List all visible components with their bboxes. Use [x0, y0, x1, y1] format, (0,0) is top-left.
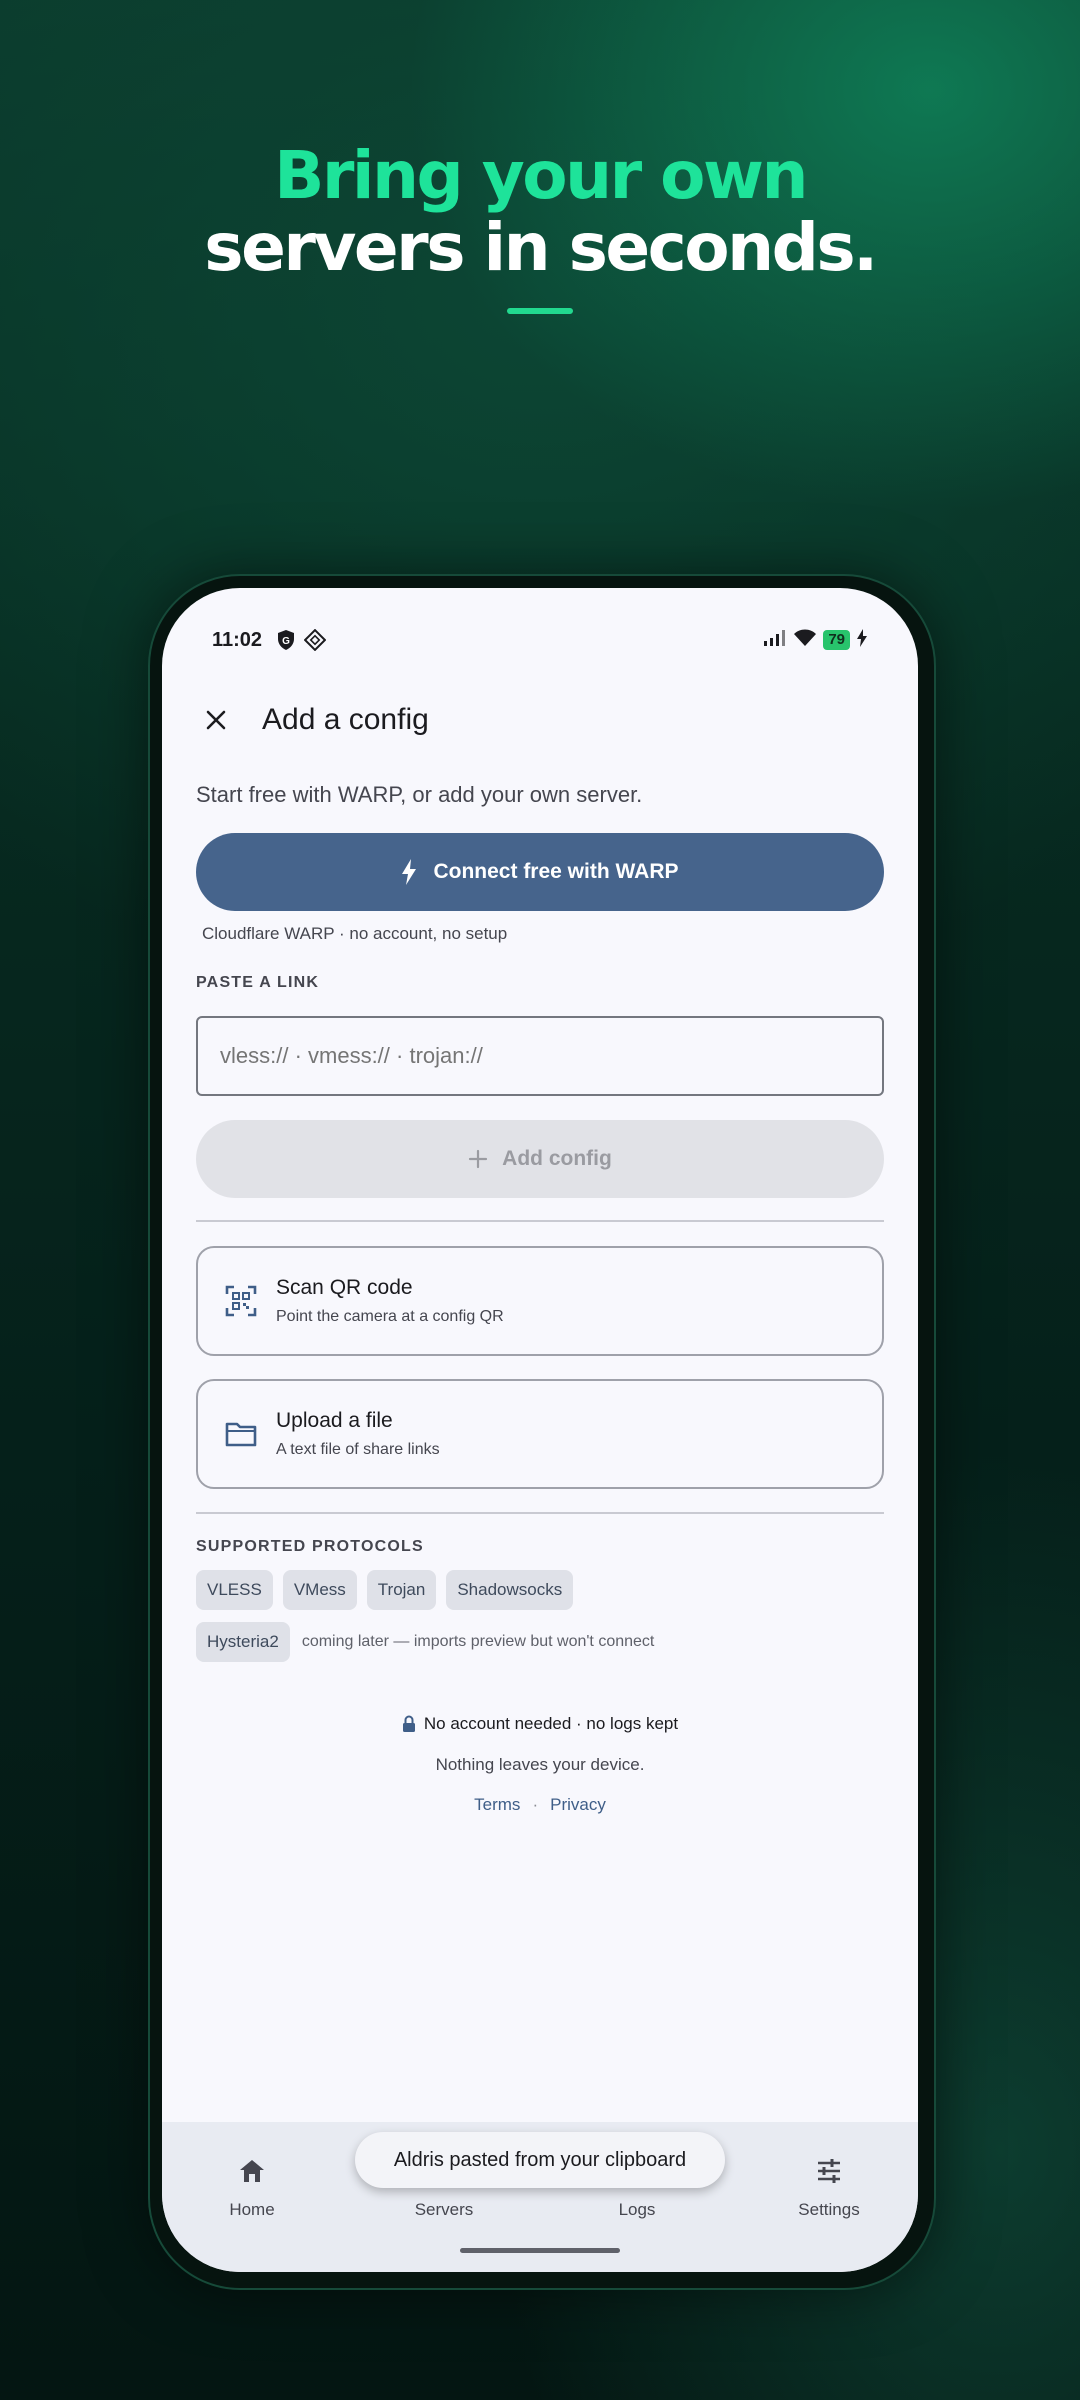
protocol-chip: Trojan	[366, 1570, 437, 1610]
hero-headline: Bring your own servers in seconds.	[0, 140, 1080, 314]
status-time: 11:02	[212, 628, 263, 651]
upload-file-title: Upload a file	[276, 1409, 393, 1432]
protocol-chip: VMess	[282, 1570, 357, 1610]
gesture-home-bar[interactable]	[460, 2248, 620, 2253]
divider	[196, 1220, 884, 1222]
nav-item-home[interactable]: Home	[172, 2154, 332, 2220]
app-notification-icon	[304, 629, 327, 651]
charging-icon	[856, 628, 868, 652]
battery-level: 79	[823, 630, 850, 650]
page-title: Add a config	[262, 703, 429, 736]
status-bar: 11:02 G 79	[212, 620, 868, 660]
connect-warp-button[interactable]: Connect free with WARP	[196, 833, 884, 911]
svg-text:G: G	[282, 636, 290, 647]
nav-label-settings: Settings	[798, 2200, 860, 2219]
clipboard-toast: Aldris pasted from your clipboard	[355, 2132, 725, 2188]
add-config-button[interactable]: Add config	[196, 1120, 884, 1198]
config-link-input[interactable]	[196, 1016, 884, 1096]
scan-qr-card[interactable]: Scan QR code Point the camera at a confi…	[196, 1246, 884, 1356]
upload-file-subtitle: A text file of share links	[276, 1441, 440, 1458]
paste-section-label: PASTE A LINK	[196, 974, 320, 991]
intro-text: Start free with WARP, or add your own se…	[196, 782, 643, 807]
plus-icon	[468, 1149, 488, 1169]
app-screen: 11:02 G 79 Add a config Start free with …	[162, 588, 918, 2272]
protocol-chip-hysteria2: Hysteria2	[196, 1622, 290, 1662]
top-app-bar: Add a config	[188, 688, 429, 752]
nav-item-settings[interactable]: Settings	[749, 2154, 909, 2220]
vpn-shield-icon: G	[276, 629, 296, 651]
protocols-section-label: SUPPORTED PROTOCOLS	[196, 1538, 424, 1555]
hero-line-1: Bring your own	[274, 137, 808, 214]
privacy-line: No account needed · no logs kept	[162, 1714, 918, 1734]
coming-later-note: coming later — imports preview but won't…	[301, 1633, 655, 1650]
privacy-link[interactable]: Privacy	[550, 1795, 606, 1815]
scan-qr-subtitle: Point the camera at a config QR	[276, 1308, 504, 1325]
close-icon	[206, 710, 226, 730]
privacy-line-text: No account needed · no logs kept	[423, 1714, 679, 1733]
protocol-chip: VLESS	[196, 1570, 273, 1610]
scan-qr-title: Scan QR code	[276, 1276, 413, 1299]
legal-links: Terms · Privacy	[162, 1795, 918, 1815]
signal-icon	[763, 629, 787, 652]
connect-warp-label: Connect free with WARP	[433, 860, 679, 883]
qr-scan-icon	[218, 1278, 264, 1324]
divider	[196, 1512, 884, 1514]
wifi-icon	[793, 629, 817, 652]
add-config-label: Add config	[502, 1147, 612, 1170]
coming-later-row: Hysteria2 coming later — imports preview…	[196, 1622, 654, 1662]
lightning-icon	[401, 859, 417, 885]
close-button[interactable]	[188, 692, 244, 748]
hero-line-2: servers in seconds.	[204, 209, 878, 286]
nav-label-servers: Servers	[414, 2200, 474, 2219]
home-icon	[172, 2154, 332, 2188]
warp-caption: Cloudflare WARP · no account, no setup	[202, 924, 508, 943]
upload-file-card[interactable]: Upload a file A text file of share links	[196, 1379, 884, 1489]
settings-icon	[749, 2154, 909, 2188]
terms-link[interactable]: Terms	[474, 1795, 520, 1815]
protocol-chip: Shadowsocks	[446, 1570, 574, 1610]
folder-icon	[218, 1411, 264, 1457]
device-line: Nothing leaves your device.	[435, 1755, 645, 1774]
nav-label-logs: Logs	[618, 2200, 656, 2219]
protocol-chips: VLESS VMess Trojan Shadowsocks	[196, 1570, 574, 1610]
link-separator: ·	[532, 1795, 539, 1814]
lock-icon	[402, 1715, 416, 1733]
hero-accent-bar	[507, 308, 573, 314]
nav-label-home: Home	[229, 2200, 275, 2219]
